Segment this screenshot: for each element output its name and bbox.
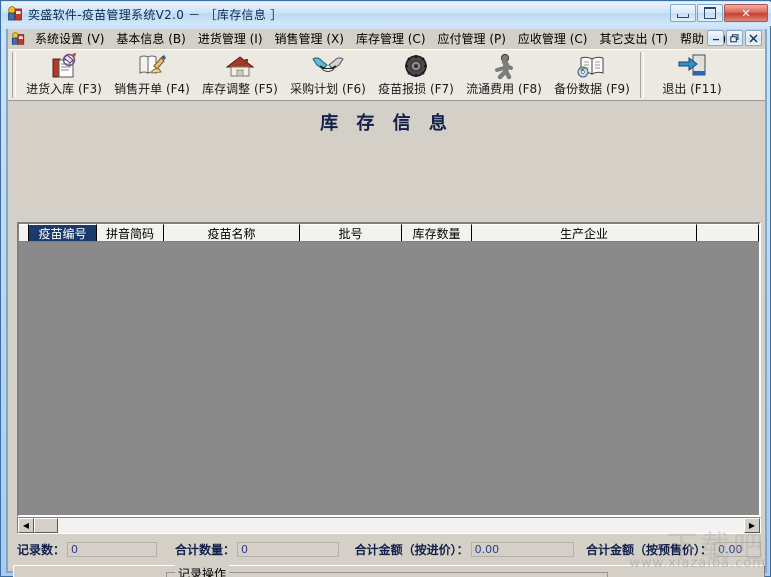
window-frame: 奕盛软件-疫苗管理系统V2.0 － ［库存信息 ］ ✕ 系 <box>0 0 771 577</box>
mdi-minimize-button[interactable] <box>707 30 724 46</box>
toolbar-label-stock-adjust: 库存调整 (F5) <box>202 82 278 96</box>
toolbar-label-circulation-fee: 流通费用 (F8) <box>466 82 542 96</box>
menu-item-system-settings[interactable]: 系统设置 (V) <box>29 30 110 48</box>
toolbar-label-backup: 备份数据 (F9) <box>554 82 630 96</box>
close-button[interactable]: ✕ <box>724 4 768 22</box>
menu-item-payable[interactable]: 应付管理 (P) <box>432 30 512 48</box>
scroll-thumb[interactable] <box>34 518 58 533</box>
toolbar-separator-2 <box>640 52 644 98</box>
menu-item-receivable[interactable]: 应收管理 (C) <box>512 30 594 48</box>
inventory-grid[interactable]: 疫苗编号 拼音简码 疫苗名称 批号 库存数量 生产企业 <box>17 222 761 517</box>
grid-header-row: 疫苗编号 拼音简码 疫苗名称 批号 库存数量 生产企业 <box>19 224 759 242</box>
sales-order-icon <box>132 52 172 82</box>
grid-column-stock-qty[interactable]: 库存数量 <box>402 224 472 241</box>
handshake-icon <box>308 52 348 82</box>
mdi-restore-button[interactable] <box>726 30 743 46</box>
grid-column-vaccine-name[interactable]: 疫苗名称 <box>164 224 300 241</box>
record-operations-group: 记录操作 删除零库 疫苗转 调整价 调整数 <box>166 572 608 577</box>
menu-item-sales[interactable]: 销售管理 (X) <box>269 30 350 48</box>
summary-label-total-retail: 合计金额（按预售价）： <box>586 541 712 558</box>
page-title: 库 存 信 息 <box>8 109 765 135</box>
menu-item-purchase[interactable]: 进货管理 (I) <box>192 30 269 48</box>
summary-value-total-retail: 0.00 <box>714 542 761 557</box>
summary-value-record-count: 0 <box>67 542 157 557</box>
window-controls: ✕ <box>670 4 768 22</box>
toolbar-label-stock-in: 进货入库 (F3) <box>26 82 102 96</box>
grid-column-vaccine-code[interactable]: 疫苗编号 <box>29 224 97 241</box>
menu-bar: 系统设置 (V) 基本信息 (B) 进货管理 (I) 销售管理 (X) 库存管理… <box>8 29 765 49</box>
toolbar-button-sales-order[interactable]: 销售开单 (F4) <box>108 52 196 100</box>
toolbar-separator <box>12 52 16 98</box>
summary-value-total-cost: 0.00 <box>471 542 574 557</box>
toolbar-label-exit: 退出 (F11) <box>662 82 721 96</box>
scroll-track[interactable] <box>58 518 744 533</box>
toolbar-button-stock-adjust[interactable]: 库存调整 (F5) <box>196 52 284 100</box>
mdi-close-button[interactable] <box>745 30 762 46</box>
record-operations-title: 记录操作 <box>175 565 229 577</box>
maximize-button[interactable] <box>697 4 723 22</box>
summary-value-total-qty: 0 <box>237 542 339 557</box>
summary-label-total-cost: 合计金额（按进价）： <box>355 541 469 558</box>
scroll-left-button[interactable]: ◀ <box>18 518 34 533</box>
menu-item-other-expense[interactable]: 其它支出 (T) <box>593 30 674 48</box>
summary-label-record-count: 记录数： <box>17 541 65 558</box>
toolbar-button-backup[interactable]: 备份数据 (F9) <box>548 52 636 100</box>
toolbar-button-stock-in[interactable]: 进货入库 (F3) <box>20 52 108 100</box>
toolbar-button-circulation-fee[interactable]: 流通费用 (F8) <box>460 52 548 100</box>
toolbar-label-vaccine-loss: 疫苗报损 (F7) <box>378 82 454 96</box>
minimize-button[interactable] <box>670 4 696 22</box>
exit-door-icon <box>672 52 712 82</box>
grid-column-pinyin-code[interactable]: 拼音简码 <box>97 224 164 241</box>
grid-horizontal-scrollbar[interactable]: ◀ ▶ <box>17 517 761 534</box>
house-icon <box>220 52 260 82</box>
grid-body-empty[interactable] <box>19 242 759 514</box>
menu-item-basic-info[interactable]: 基本信息 (B) <box>110 30 191 48</box>
application-window: 奕盛软件-疫苗管理系统V2.0 － ［库存信息 ］ ✕ 系 <box>0 0 771 577</box>
book-disc-icon <box>572 52 612 82</box>
window-title: 奕盛软件-疫苗管理系统V2.0 － ［库存信息 ］ <box>28 6 283 23</box>
grid-column-batch-no[interactable]: 批号 <box>300 224 402 241</box>
grid-column-manufacturer[interactable]: 生产企业 <box>472 224 697 241</box>
mdi-window-controls <box>707 30 762 46</box>
grid-corner-cell <box>19 224 29 241</box>
menu-item-inventory[interactable]: 库存管理 (C) <box>350 30 432 48</box>
mdi-client: 系统设置 (V) 基本信息 (B) 进货管理 (I) 销售管理 (X) 库存管理… <box>6 29 767 573</box>
title-bar: 奕盛软件-疫苗管理系统V2.0 － ［库存信息 ］ ✕ <box>2 2 771 26</box>
toolbar-button-purchase-plan[interactable]: 采购计划 (F6) <box>284 52 372 100</box>
menu-app-icon <box>10 31 26 47</box>
runner-icon <box>484 52 524 82</box>
action-panel: 精确查询 模糊搜索 <box>13 565 765 577</box>
summary-label-total-qty: 合计数量： <box>175 541 235 558</box>
main-toolbar: 进货入库 (F3) 销售开单 (F4) <box>8 49 765 101</box>
scroll-right-button[interactable]: ▶ <box>744 518 760 533</box>
gear-icon <box>396 52 436 82</box>
app-icon <box>6 5 24 23</box>
toolbar-label-sales-order: 销售开单 (F4) <box>114 82 190 96</box>
toolbar-label-purchase-plan: 采购计划 (F6) <box>290 82 366 96</box>
summary-bar: 记录数： 0 合计数量： 0 合计金额（按进价）： 0.00 合计金额（按预售价… <box>17 539 761 559</box>
toolbar-button-exit[interactable]: 退出 (F11) <box>648 52 736 100</box>
grid-column-extra[interactable] <box>697 224 759 241</box>
toolbar-button-vaccine-loss[interactable]: 疫苗报损 (F7) <box>372 52 460 100</box>
inventory-form: 库 存 信 息 疫苗编号 拼音简码 疫苗名称 批号 库存数量 生产企业 <box>8 101 765 571</box>
stock-in-icon <box>44 52 84 82</box>
